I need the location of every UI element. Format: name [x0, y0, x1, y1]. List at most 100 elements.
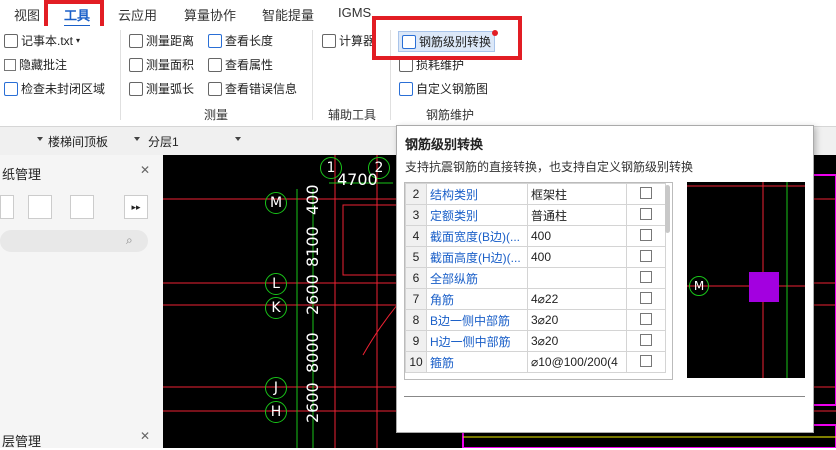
property-value[interactable]: 普通柱 [527, 204, 627, 226]
divider [312, 30, 313, 120]
measure-area-button[interactable]: 测量面积 [129, 56, 194, 73]
side-dimension: 8100 [303, 226, 322, 267]
table-row[interactable]: 10 箍筋 ⌀10@100/200(4 [405, 351, 666, 373]
custom-rebar-button[interactable]: 自定义钢筋图 [399, 80, 488, 97]
checkbox-icon[interactable] [640, 291, 652, 304]
checkbox-icon[interactable] [640, 312, 652, 325]
check-unclosed-button[interactable]: 检查未封闭区域 [4, 80, 105, 97]
export-icon[interactable] [70, 195, 94, 219]
measure-arc-button[interactable]: 测量弧长 [129, 80, 194, 97]
view-errors-button[interactable]: 查看错误信息 [208, 80, 297, 97]
row-checkbox-cell[interactable] [626, 225, 666, 247]
row-checkbox-cell[interactable] [626, 183, 666, 205]
property-value[interactable] [527, 267, 627, 289]
chevron-down-icon[interactable] [37, 137, 43, 141]
delete-icon[interactable] [0, 195, 14, 219]
table-row[interactable]: 8 B边一侧中部筋 3⌀20 [405, 309, 666, 331]
checkbox-icon[interactable] [640, 354, 652, 367]
row-checkbox-cell[interactable] [626, 204, 666, 226]
search-icon: ⌕ [126, 233, 133, 247]
divider [120, 30, 121, 120]
property-value[interactable]: 3⌀20 [527, 309, 627, 331]
row-number: 6 [405, 267, 427, 289]
table-row[interactable]: 5 截面高度(H边)(... 400 [405, 246, 666, 268]
property-name: 角筋 [426, 288, 528, 310]
axis-marker: H [265, 401, 287, 423]
checkbox-icon[interactable] [640, 228, 652, 241]
checkbox-icon[interactable] [640, 207, 652, 220]
rebar-grade-dialog: 钢筋级别转换 支持抗震钢筋的直接转换，也支持自定义钢筋级别转换 2 结构类别 框架柱… [396, 125, 814, 433]
checkbox-icon[interactable] [640, 333, 652, 346]
layer-dropdown[interactable]: 分层1 [148, 133, 179, 150]
row-checkbox-cell[interactable] [626, 288, 666, 310]
notepad-button[interactable]: 记事本.txt ▾ [4, 32, 80, 49]
checkbox-icon[interactable] [640, 249, 652, 262]
ruler-icon [129, 33, 143, 48]
check-unclosed-label: 检查未封闭区域 [21, 82, 106, 96]
checkbox-icon[interactable] [640, 186, 652, 199]
copy-icon[interactable] [28, 195, 52, 219]
measure-distance-button[interactable]: 测量距离 [129, 32, 194, 49]
table-row[interactable]: 6 全部纵筋 [405, 267, 666, 289]
table-row[interactable]: 7 角筋 4⌀22 [405, 288, 666, 310]
arc-icon [129, 81, 143, 96]
property-name: 截面高度(H边)(... [426, 246, 528, 268]
dialog-title: 钢筋级别转换 [405, 137, 484, 152]
property-value[interactable]: ⌀10@100/200(4 [527, 351, 627, 373]
property-name: 定额类别 [426, 204, 528, 226]
calculator-button[interactable]: 计算器 [322, 32, 375, 49]
draw-rebar-icon [399, 81, 413, 96]
tab-igms[interactable]: IGMS [338, 5, 371, 20]
row-number: 3 [405, 204, 427, 226]
section-preview: M [687, 182, 805, 378]
group-measure-label: 测量 [204, 108, 229, 122]
tab-view[interactable]: 视图 [14, 5, 40, 24]
view-props-button[interactable]: 查看属性 [208, 56, 273, 73]
checkbox-icon[interactable] [640, 270, 652, 283]
view-length-button[interactable]: 查看长度 [208, 32, 273, 49]
more-icon[interactable]: ▸▸ [124, 195, 148, 219]
row-number: 5 [405, 246, 427, 268]
tab-cloud[interactable]: 云应用 [118, 5, 157, 24]
hide-annotation-label: 隐藏批注 [19, 58, 68, 72]
table-row[interactable]: 9 H边一侧中部筋 3⌀20 [405, 330, 666, 352]
chevron-down-icon[interactable] [134, 137, 140, 141]
row-number: 2 [405, 183, 427, 205]
chevron-down-icon[interactable] [235, 137, 241, 141]
close-icon[interactable]: ✕ [140, 163, 150, 177]
view-props-label: 查看属性 [225, 58, 274, 72]
table-row[interactable]: 3 定额类别 普通柱 [405, 204, 666, 226]
rebar-table: 2 结构类别 框架柱 3 定额类别 普通柱 4 截面宽度(B边)(... 400 5 截面高度(H边… [404, 182, 673, 380]
close-icon[interactable]: ✕ [140, 429, 150, 443]
row-checkbox-cell[interactable] [626, 309, 666, 331]
property-value[interactable]: 3⌀20 [527, 330, 627, 352]
property-name: 全部纵筋 [426, 267, 528, 289]
custom-rebar-label: 自定义钢筋图 [416, 82, 489, 96]
area-icon [129, 57, 143, 72]
row-number: 7 [405, 288, 427, 310]
property-name: H边一侧中部筋 [426, 330, 528, 352]
property-value[interactable]: 4⌀22 [527, 288, 627, 310]
table-row[interactable]: 4 截面宽度(B边)(... 400 [405, 225, 666, 247]
axis-marker: L [265, 273, 287, 295]
row-checkbox-cell[interactable] [626, 246, 666, 268]
floor-dropdown[interactable]: 楼梯间顶板 [48, 133, 108, 150]
row-checkbox-cell[interactable] [626, 267, 666, 289]
row-checkbox-cell[interactable] [626, 330, 666, 352]
drawing-manage-title: 纸管理 [2, 167, 42, 182]
property-value[interactable]: 框架柱 [527, 183, 627, 205]
property-value[interactable]: 400 [527, 225, 627, 247]
hide-annotation-toggle[interactable]: 隐藏批注 [4, 56, 67, 73]
txt-file-icon [4, 33, 18, 48]
tab-collab[interactable]: 算量协作 [184, 5, 236, 24]
table-row[interactable]: 2 结构类别 框架柱 [405, 183, 666, 205]
row-checkbox-cell[interactable] [626, 351, 666, 373]
top-dimension: 4700 [337, 170, 378, 189]
tab-smart-quantity[interactable]: 智能提量 [262, 5, 314, 24]
scrollbar-thumb[interactable] [665, 185, 670, 233]
property-value[interactable]: 400 [527, 246, 627, 268]
calculator-icon [322, 33, 336, 48]
highlight-rebar-convert [372, 16, 522, 60]
side-dimension: 400 [303, 184, 322, 215]
side-dimension: 2600 [303, 274, 322, 315]
